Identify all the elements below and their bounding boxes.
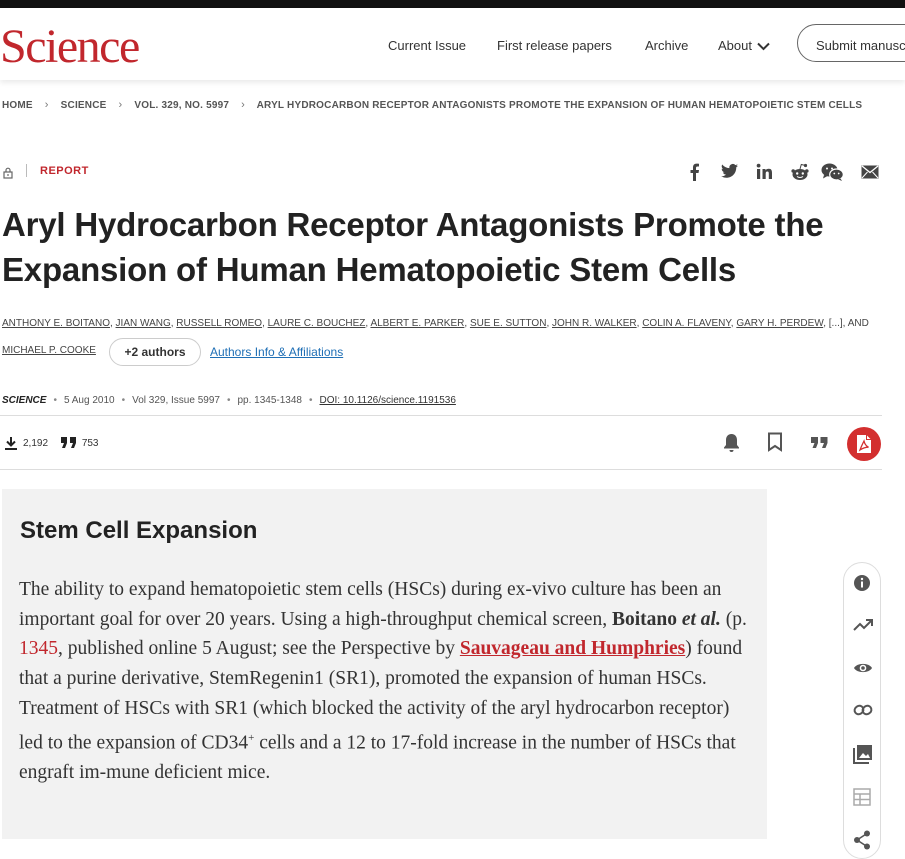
email-icon[interactable] (861, 163, 879, 184)
editor-summary-box: Stem Cell Expansion The ability to expan… (2, 489, 767, 839)
download-icon (4, 437, 18, 450)
author-link[interactable]: SUE E. SUTTON (470, 318, 547, 329)
article-title: Aryl Hydrocarbon Receptor Antagonists Pr… (2, 206, 824, 288)
chevron-right-icon: › (118, 99, 123, 111)
author-link[interactable]: MICHAEL P. COOKE (2, 345, 96, 356)
bookmark-icon[interactable] (767, 432, 783, 457)
volume-issue[interactable]: Vol 329, Issue 5997 (132, 395, 220, 406)
nav-about[interactable]: About (718, 38, 770, 54)
nav-about-label: About (718, 38, 752, 53)
summary-heading: Stem Cell Expansion (20, 517, 258, 544)
eye-icon[interactable] (853, 661, 873, 680)
top-black-bar (0, 0, 905, 8)
image-icon[interactable] (853, 744, 873, 769)
breadcrumb-home[interactable]: HOME (2, 100, 33, 111)
authors-ellipsis[interactable]: [...] (829, 318, 843, 329)
author-link[interactable]: LAURE C. BOUCHEZ (268, 318, 366, 329)
chevron-down-icon (757, 39, 770, 54)
author-link[interactable]: GARY H. PERDEW (736, 318, 823, 329)
page-range: pp. 1345-1348 (237, 395, 302, 406)
science-logo[interactable]: Science (0, 22, 140, 72)
cite-icon[interactable] (811, 432, 828, 457)
table-icon[interactable] (853, 788, 871, 811)
author-link[interactable]: ANTHONY E. BOITANO (2, 318, 110, 329)
divider (0, 415, 882, 416)
summary-text: The ability to expand hematopoietic stem… (19, 579, 747, 783)
more-authors-button[interactable]: +2 authors (109, 338, 201, 366)
citation-icon (60, 437, 77, 449)
author-link[interactable]: JOHN R. WALKER (552, 318, 637, 329)
author-ref: Boitano (611, 608, 682, 630)
page-link[interactable]: 1345 (19, 638, 58, 659)
breadcrumb-current: ARYL HYDROCARBON RECEPTOR ANTAGONISTS PR… (256, 100, 863, 111)
link-icon[interactable] (853, 703, 873, 722)
author-link[interactable]: ALBERT E. PARKER (370, 318, 464, 329)
info-icon[interactable] (853, 574, 871, 597)
author-link[interactable]: RUSSELL ROMEO (176, 318, 262, 329)
article-metrics: 2,192 753 (4, 436, 109, 450)
twitter-icon[interactable] (721, 163, 738, 184)
divider (26, 164, 27, 177)
author-list-continued: MICHAEL P. COOKE (2, 345, 96, 356)
chevron-right-icon: › (44, 99, 49, 111)
lock-icon (3, 166, 13, 184)
submit-manuscript-button[interactable]: Submit manuscript (797, 24, 905, 62)
nav-archive[interactable]: Archive (645, 38, 688, 53)
breadcrumb: HOME › SCIENCE › VOL. 329, NO. 5997 › AR… (2, 99, 862, 111)
divider (0, 469, 882, 470)
pdf-icon (856, 434, 872, 459)
citation-meta: SCIENCE • 5 Aug 2010 • Vol 329, Issue 5997 • p… (2, 395, 456, 406)
breadcrumb-volume[interactable]: VOL. 329, NO. 5997 (134, 100, 229, 111)
author-link[interactable]: COLIN A. FLAVENY (642, 318, 731, 329)
share-icon[interactable] (853, 830, 871, 855)
publication-date: 5 Aug 2010 (63, 395, 115, 406)
authors-and: AND (847, 318, 869, 329)
author-link[interactable]: JIAN WANG (116, 318, 171, 329)
site-header: Science Current Issue First release pape… (0, 8, 905, 80)
article-type-badge: REPORT (40, 165, 89, 177)
chevron-right-icon: › (241, 99, 245, 111)
nav-first-release-papers[interactable]: First release papers (497, 38, 612, 53)
facebook-icon[interactable] (688, 163, 700, 186)
trending-icon[interactable] (853, 618, 873, 637)
reddit-icon[interactable] (790, 163, 810, 186)
perspective-link[interactable]: Sauvageau and Humphries (460, 638, 685, 659)
breadcrumb-science[interactable]: SCIENCE (61, 100, 107, 111)
doi-link[interactable]: DOI: 10.1126/science.1191536 (320, 395, 456, 406)
pdf-button[interactable] (847, 427, 881, 461)
wechat-icon[interactable] (821, 163, 844, 186)
linkedin-icon[interactable] (756, 163, 773, 185)
download-count: 2,192 (23, 437, 49, 449)
journal-name[interactable]: SCIENCE (2, 395, 46, 406)
citation-count: 753 (81, 437, 99, 449)
bell-icon[interactable] (722, 432, 741, 458)
author-list: ANTHONY E. BOITANO, JIAN WANG, RUSSELL R… (2, 318, 869, 329)
nav-current-issue[interactable]: Current Issue (388, 38, 466, 53)
authors-info-link[interactable]: Authors Info & Affiliations (210, 345, 343, 359)
article-side-toolbar (843, 562, 881, 859)
